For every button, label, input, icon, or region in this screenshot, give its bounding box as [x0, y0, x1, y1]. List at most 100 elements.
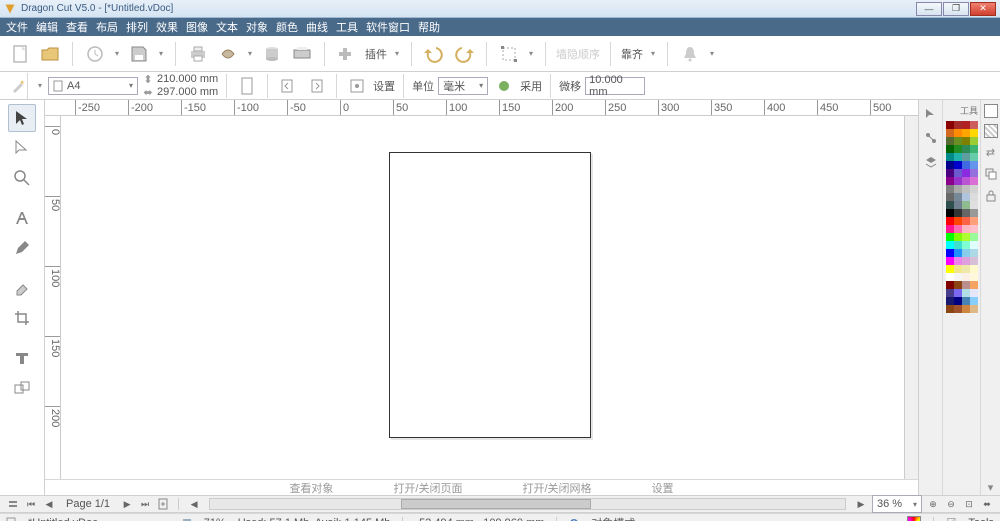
prev-page-icon[interactable]: ◀	[42, 497, 56, 511]
menu-arrange[interactable]: 排列	[126, 19, 148, 35]
apply-label[interactable]: 采用	[520, 78, 542, 94]
align-dropdown[interactable]: ▾	[649, 42, 657, 66]
text-tool[interactable]	[8, 204, 36, 232]
crop-tool[interactable]	[8, 304, 36, 332]
menu-text[interactable]: 文本	[216, 19, 238, 35]
canvas[interactable]	[61, 116, 904, 479]
menu-window[interactable]: 软件窗口	[366, 19, 410, 35]
color-swatch[interactable]	[962, 249, 970, 257]
stroke-indicator[interactable]	[984, 124, 998, 138]
color-swatch[interactable]	[946, 257, 954, 265]
menu-help[interactable]: 帮助	[418, 19, 440, 35]
status-tools[interactable]: Tools	[968, 517, 994, 521]
settings-icon[interactable]	[345, 74, 369, 98]
fill-indicator[interactable]	[984, 104, 998, 118]
color-swatch[interactable]	[954, 161, 962, 169]
swap-color-icon[interactable]: ⇄	[983, 144, 999, 160]
copy-icon[interactable]	[983, 166, 999, 182]
undo-icon[interactable]	[422, 42, 446, 66]
color-swatch[interactable]	[946, 121, 954, 129]
color-swatch[interactable]	[954, 305, 962, 313]
zoom-out-icon[interactable]: ⊖	[944, 497, 958, 511]
footer-view-obj[interactable]: 查看对象	[289, 480, 333, 496]
color-swatch[interactable]	[954, 209, 962, 217]
horizontal-ruler[interactable]: -250-200-150-100-50050100150200250300350…	[45, 100, 918, 116]
paint-dropdown[interactable]: ▾	[246, 42, 254, 66]
tools-header[interactable]: 工具	[960, 104, 978, 117]
color-swatch[interactable]	[954, 257, 962, 265]
color-swatch[interactable]	[954, 129, 962, 137]
color-swatch[interactable]	[954, 249, 962, 257]
bell-dropdown[interactable]: ▾	[708, 42, 716, 66]
transform-dropdown[interactable]: ▾	[527, 42, 535, 66]
color-swatch[interactable]	[970, 297, 978, 305]
color-swatch[interactable]	[970, 201, 978, 209]
color-swatch[interactable]	[954, 121, 962, 129]
color-swatch[interactable]	[954, 281, 962, 289]
print-icon[interactable]	[186, 42, 210, 66]
portrait-icon[interactable]	[235, 74, 259, 98]
close-button[interactable]: ✕	[970, 2, 996, 16]
color-swatch[interactable]	[962, 297, 970, 305]
horizontal-scrollbar[interactable]	[209, 498, 846, 510]
menu-image[interactable]: 图像	[186, 19, 208, 35]
color-swatch[interactable]	[962, 121, 970, 129]
color-swatch[interactable]	[946, 265, 954, 273]
color-swatch[interactable]	[946, 153, 954, 161]
color-swatch[interactable]	[946, 177, 954, 185]
eraser-tool[interactable]	[8, 274, 36, 302]
color-swatch[interactable]	[970, 185, 978, 193]
history-icon[interactable]	[83, 42, 107, 66]
first-page-icon[interactable]: ⏮	[24, 497, 38, 511]
color-swatch[interactable]	[962, 153, 970, 161]
color-swatch[interactable]	[962, 177, 970, 185]
color-swatch[interactable]	[962, 241, 970, 249]
lock-color-icon[interactable]	[983, 188, 999, 204]
vertical-ruler[interactable]: 050100150200	[45, 116, 61, 479]
layer-mini-icon[interactable]	[923, 154, 939, 170]
color-swatch[interactable]	[954, 137, 962, 145]
color-swatch[interactable]	[946, 161, 954, 169]
color-swatch[interactable]	[946, 289, 954, 297]
color-swatch[interactable]	[946, 209, 954, 217]
bell-icon[interactable]	[678, 42, 702, 66]
next-page-icon[interactable]: ▶	[120, 497, 134, 511]
page-prev-icon[interactable]	[276, 74, 300, 98]
color-swatch[interactable]	[962, 145, 970, 153]
cylinder-icon[interactable]	[260, 42, 284, 66]
color-swatch[interactable]	[954, 185, 962, 193]
color-swatch[interactable]	[946, 249, 954, 257]
color-swatch[interactable]	[970, 233, 978, 241]
menu-curve[interactable]: 曲线	[306, 19, 328, 35]
color-swatch[interactable]	[962, 233, 970, 241]
last-page-icon[interactable]: ⏭	[138, 497, 152, 511]
minimize-button[interactable]: —	[916, 2, 942, 16]
scroll-right-icon[interactable]: ▶	[854, 497, 868, 511]
color-swatch[interactable]	[970, 153, 978, 161]
color-swatch[interactable]	[946, 137, 954, 145]
color-swatch[interactable]	[946, 225, 954, 233]
menu-tools[interactable]: 工具	[336, 19, 358, 35]
color-swatch[interactable]	[970, 161, 978, 169]
blend-tool[interactable]	[8, 374, 36, 402]
color-swatch[interactable]	[970, 265, 978, 273]
save-dropdown[interactable]: ▾	[157, 42, 165, 66]
footer-toggle-grid[interactable]: 打开/关闭网格	[523, 480, 592, 496]
color-swatch[interactable]	[946, 233, 954, 241]
footer-toggle-page[interactable]: 打开/关闭页面	[393, 480, 462, 496]
color-swatch[interactable]	[954, 289, 962, 297]
vertical-scrollbar[interactable]	[904, 116, 918, 479]
color-swatch[interactable]	[962, 257, 970, 265]
type-tool[interactable]	[8, 344, 36, 372]
color-swatch[interactable]	[946, 193, 954, 201]
color-swatch[interactable]	[946, 129, 954, 137]
palette-down-icon[interactable]: ▾	[983, 479, 999, 495]
color-swatch[interactable]	[970, 169, 978, 177]
color-swatch[interactable]	[970, 121, 978, 129]
page-rect[interactable]	[389, 152, 591, 438]
plugin-dropdown[interactable]: ▾	[393, 42, 401, 66]
new-doc-icon[interactable]	[8, 42, 32, 66]
color-swatch[interactable]	[970, 257, 978, 265]
pointer-mini-icon[interactable]	[923, 106, 939, 122]
color-swatch[interactable]	[954, 265, 962, 273]
